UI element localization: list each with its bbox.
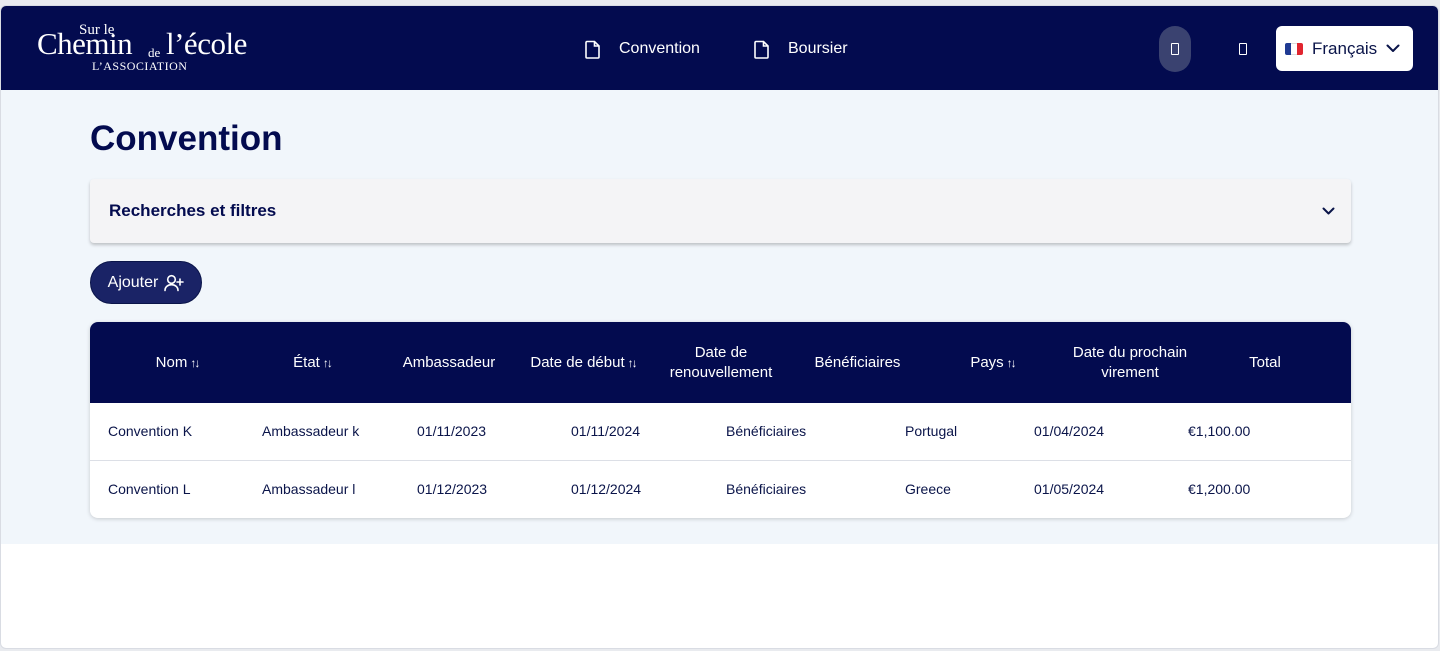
column-header-label: Pays (970, 353, 1004, 371)
column-header-nom[interactable]: Nom ↑↓ (122, 322, 232, 403)
add-user-icon (164, 274, 185, 291)
cell-date-renouvellement: 01/11/2024 (571, 423, 641, 439)
nav-link-label: Boursier (788, 40, 848, 57)
app-window: Sur le Chemin de l’école L’ASSOCIATION C… (0, 5, 1439, 649)
chevron-down-icon (1322, 207, 1335, 215)
column-header-ambassadeur: Ambassadeur (390, 322, 508, 403)
cell-date-renouvellement: 01/12/2024 (571, 481, 642, 497)
cell-ambassadeur: Ambassadeur k (262, 423, 360, 439)
column-header-etat[interactable]: État ↑↓ (257, 322, 367, 403)
logo-text-association: L’ASSOCIATION (92, 59, 188, 73)
cell-date-debut: 01/11/2023 (417, 423, 487, 439)
table-row[interactable]: Convention K Ambassadeur k 01/11/2023 01… (90, 403, 1351, 460)
column-header-label: Date de (694, 343, 748, 361)
filters-title: Recherches et filtres (109, 201, 277, 220)
conventions-table: Nom ↑↓ État ↑↓ Ambassadeur Date de début ↑↓… (90, 322, 1351, 518)
nav-link-label: Convention (619, 40, 700, 57)
cell-total: €1,200.00 (1188, 481, 1251, 497)
cell-date-debut: 01/12/2023 (417, 481, 488, 497)
column-header-label: Total (1249, 353, 1281, 371)
column-header-label: État (293, 353, 320, 371)
nav-link-boursier[interactable]: Boursier (754, 36, 848, 62)
add-button-label: Ajouter (107, 273, 159, 291)
language-label: Français (1312, 38, 1378, 58)
column-header-beneficiaires: Bénéficiaires (800, 322, 915, 403)
table-header: Nom ↑↓ État ↑↓ Ambassadeur Date de début ↑↓… (90, 322, 1351, 403)
chevron-down-icon (1386, 44, 1400, 52)
column-header-label: Bénéficiaires (814, 353, 901, 371)
column-header-label: Nom (155, 353, 188, 371)
top-navbar: Sur le Chemin de l’école L’ASSOCIATION C… (1, 6, 1438, 90)
column-header-date-debut[interactable]: Date de début ↑↓ (522, 322, 644, 403)
cell-nom: Convention L (108, 481, 191, 497)
column-header-label: renouvellement (669, 363, 773, 381)
cell-date-virement: 01/05/2024 (1034, 481, 1105, 497)
cell-beneficiaires[interactable]: Bénéficiaires (726, 481, 806, 497)
notification-button[interactable] (1227, 36, 1259, 62)
column-header-date-virement: Date du prochain virement (1060, 322, 1200, 403)
column-header-total: Total (1230, 322, 1300, 403)
column-header-pays[interactable]: Pays ↑↓ (940, 322, 1045, 403)
document-icon (754, 40, 769, 59)
account-button[interactable] (1159, 26, 1191, 72)
column-header-date-renouvellement: Date de renouvellement (660, 322, 782, 403)
add-button[interactable]: Ajouter (90, 261, 202, 304)
cell-beneficiaires[interactable]: Bénéficiaires (726, 423, 806, 439)
column-header-label: Date du prochain (1072, 343, 1188, 361)
document-icon (585, 40, 600, 59)
cell-ambassadeur: Ambassadeur l (262, 481, 356, 497)
missing-glyph-icon (1239, 43, 1247, 55)
column-header-label: Date de début (530, 353, 625, 371)
sort-icon: ↑↓ (1006, 355, 1017, 370)
cell-date-virement: 01/04/2024 (1034, 423, 1105, 439)
brand-logo[interactable]: Sur le Chemin de l’école L’ASSOCIATION (37, 20, 257, 76)
logo-text-chemin: Chemin (37, 26, 133, 61)
column-header-label: virement (1101, 363, 1159, 381)
table-row[interactable]: Convention L Ambassadeur l 01/12/2023 01… (90, 460, 1351, 517)
cell-pays: Greece (905, 481, 951, 497)
france-flag-icon (1285, 42, 1303, 55)
sort-icon: ↑↓ (627, 355, 638, 370)
missing-glyph-icon (1171, 43, 1179, 55)
column-header-label: Ambassadeur (402, 353, 496, 371)
nav-link-convention[interactable]: Convention (585, 36, 700, 62)
language-select[interactable]: Français (1276, 26, 1413, 71)
sort-icon: ↑↓ (190, 355, 200, 370)
logo-text-ecole: l’école (166, 26, 247, 61)
cell-pays: Portugal (905, 423, 958, 439)
page-title: Convention (90, 119, 283, 158)
sort-icon: ↑↓ (322, 355, 333, 370)
filters-accordion[interactable]: Recherches et filtres (90, 179, 1351, 243)
cell-total: €1,100.00 (1188, 423, 1251, 439)
cell-nom: Convention K (108, 423, 193, 439)
